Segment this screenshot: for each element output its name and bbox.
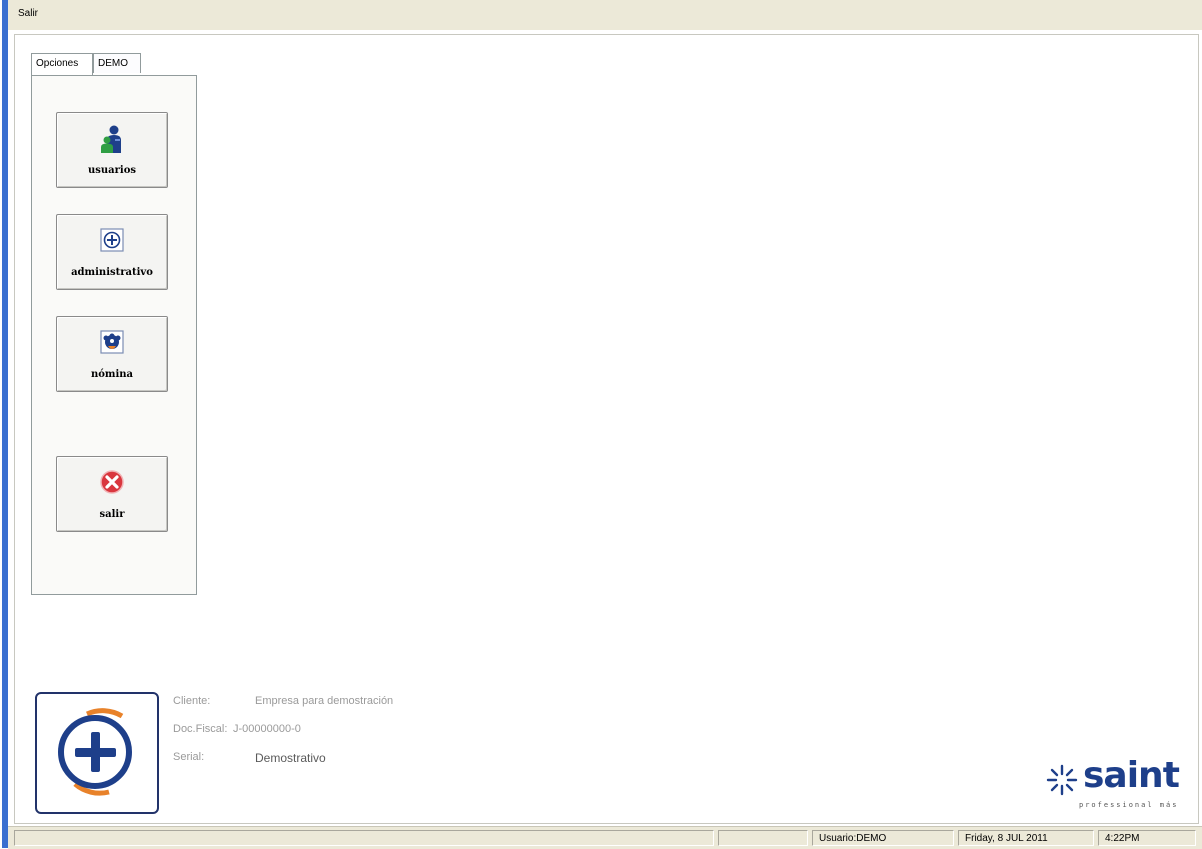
status-user: Usuario:DEMO [812, 830, 954, 846]
brand-name: saint [1083, 755, 1180, 796]
brand-tagline: professional más [1079, 801, 1179, 809]
cliente-label: Cliente: [173, 695, 211, 707]
saint-plus-logo-icon [58, 708, 132, 796]
status-time: 4:22PM [1098, 830, 1196, 846]
salir-label: salir [99, 509, 125, 520]
nomina-button[interactable]: nómina [56, 316, 168, 392]
administrativo-label: administrativo [71, 267, 153, 278]
tab-demo[interactable]: DEMO [93, 53, 141, 73]
cliente-value: Empresa para demostración [255, 695, 394, 707]
status-date: Friday, 8 JUL 2011 [958, 830, 1094, 846]
status-panel-empty [718, 830, 808, 846]
docfiscal-row: Doc.Fiscal: J-00000000-0 [173, 723, 301, 735]
administrativo-button[interactable]: administrativo [56, 214, 168, 290]
app-logo [35, 692, 159, 814]
serial-row: Serial: Demostrativo [173, 751, 326, 765]
exit-icon [95, 467, 129, 501]
payroll-people-icon [95, 327, 129, 361]
serial-value: Demostrativo [255, 751, 326, 765]
docfiscal-label: Doc.Fiscal: [173, 723, 228, 735]
nomina-label: nómina [90, 369, 134, 380]
options-panel: usuarios administrativo nómina salir [31, 75, 197, 595]
cliente-row: Cliente: Empresa para demostración [173, 695, 393, 707]
status-bar: Usuario:DEMO Friday, 8 JUL 2011 4:22PM [8, 826, 1202, 849]
window-left-border [0, 0, 8, 848]
menu-item-salir[interactable]: Salir [14, 6, 42, 21]
tab-opciones[interactable]: Opciones [31, 53, 93, 75]
usuarios-label: usuarios [87, 165, 137, 176]
saint-brand-logo: saint professional más [1045, 755, 1195, 815]
main-client-area: Opciones DEMO usuarios administrativo nó… [14, 34, 1199, 824]
plus-circle-icon [95, 225, 129, 259]
sparkle-icon [1046, 764, 1078, 796]
salir-button[interactable]: salir [56, 456, 168, 532]
usuarios-button[interactable]: usuarios [56, 112, 168, 188]
status-panel-main [14, 830, 714, 846]
users-icon [95, 123, 129, 157]
serial-label: Serial: [173, 751, 205, 763]
docfiscal-value: J-00000000-0 [233, 723, 301, 735]
menu-bar: Salir [8, 0, 1202, 30]
